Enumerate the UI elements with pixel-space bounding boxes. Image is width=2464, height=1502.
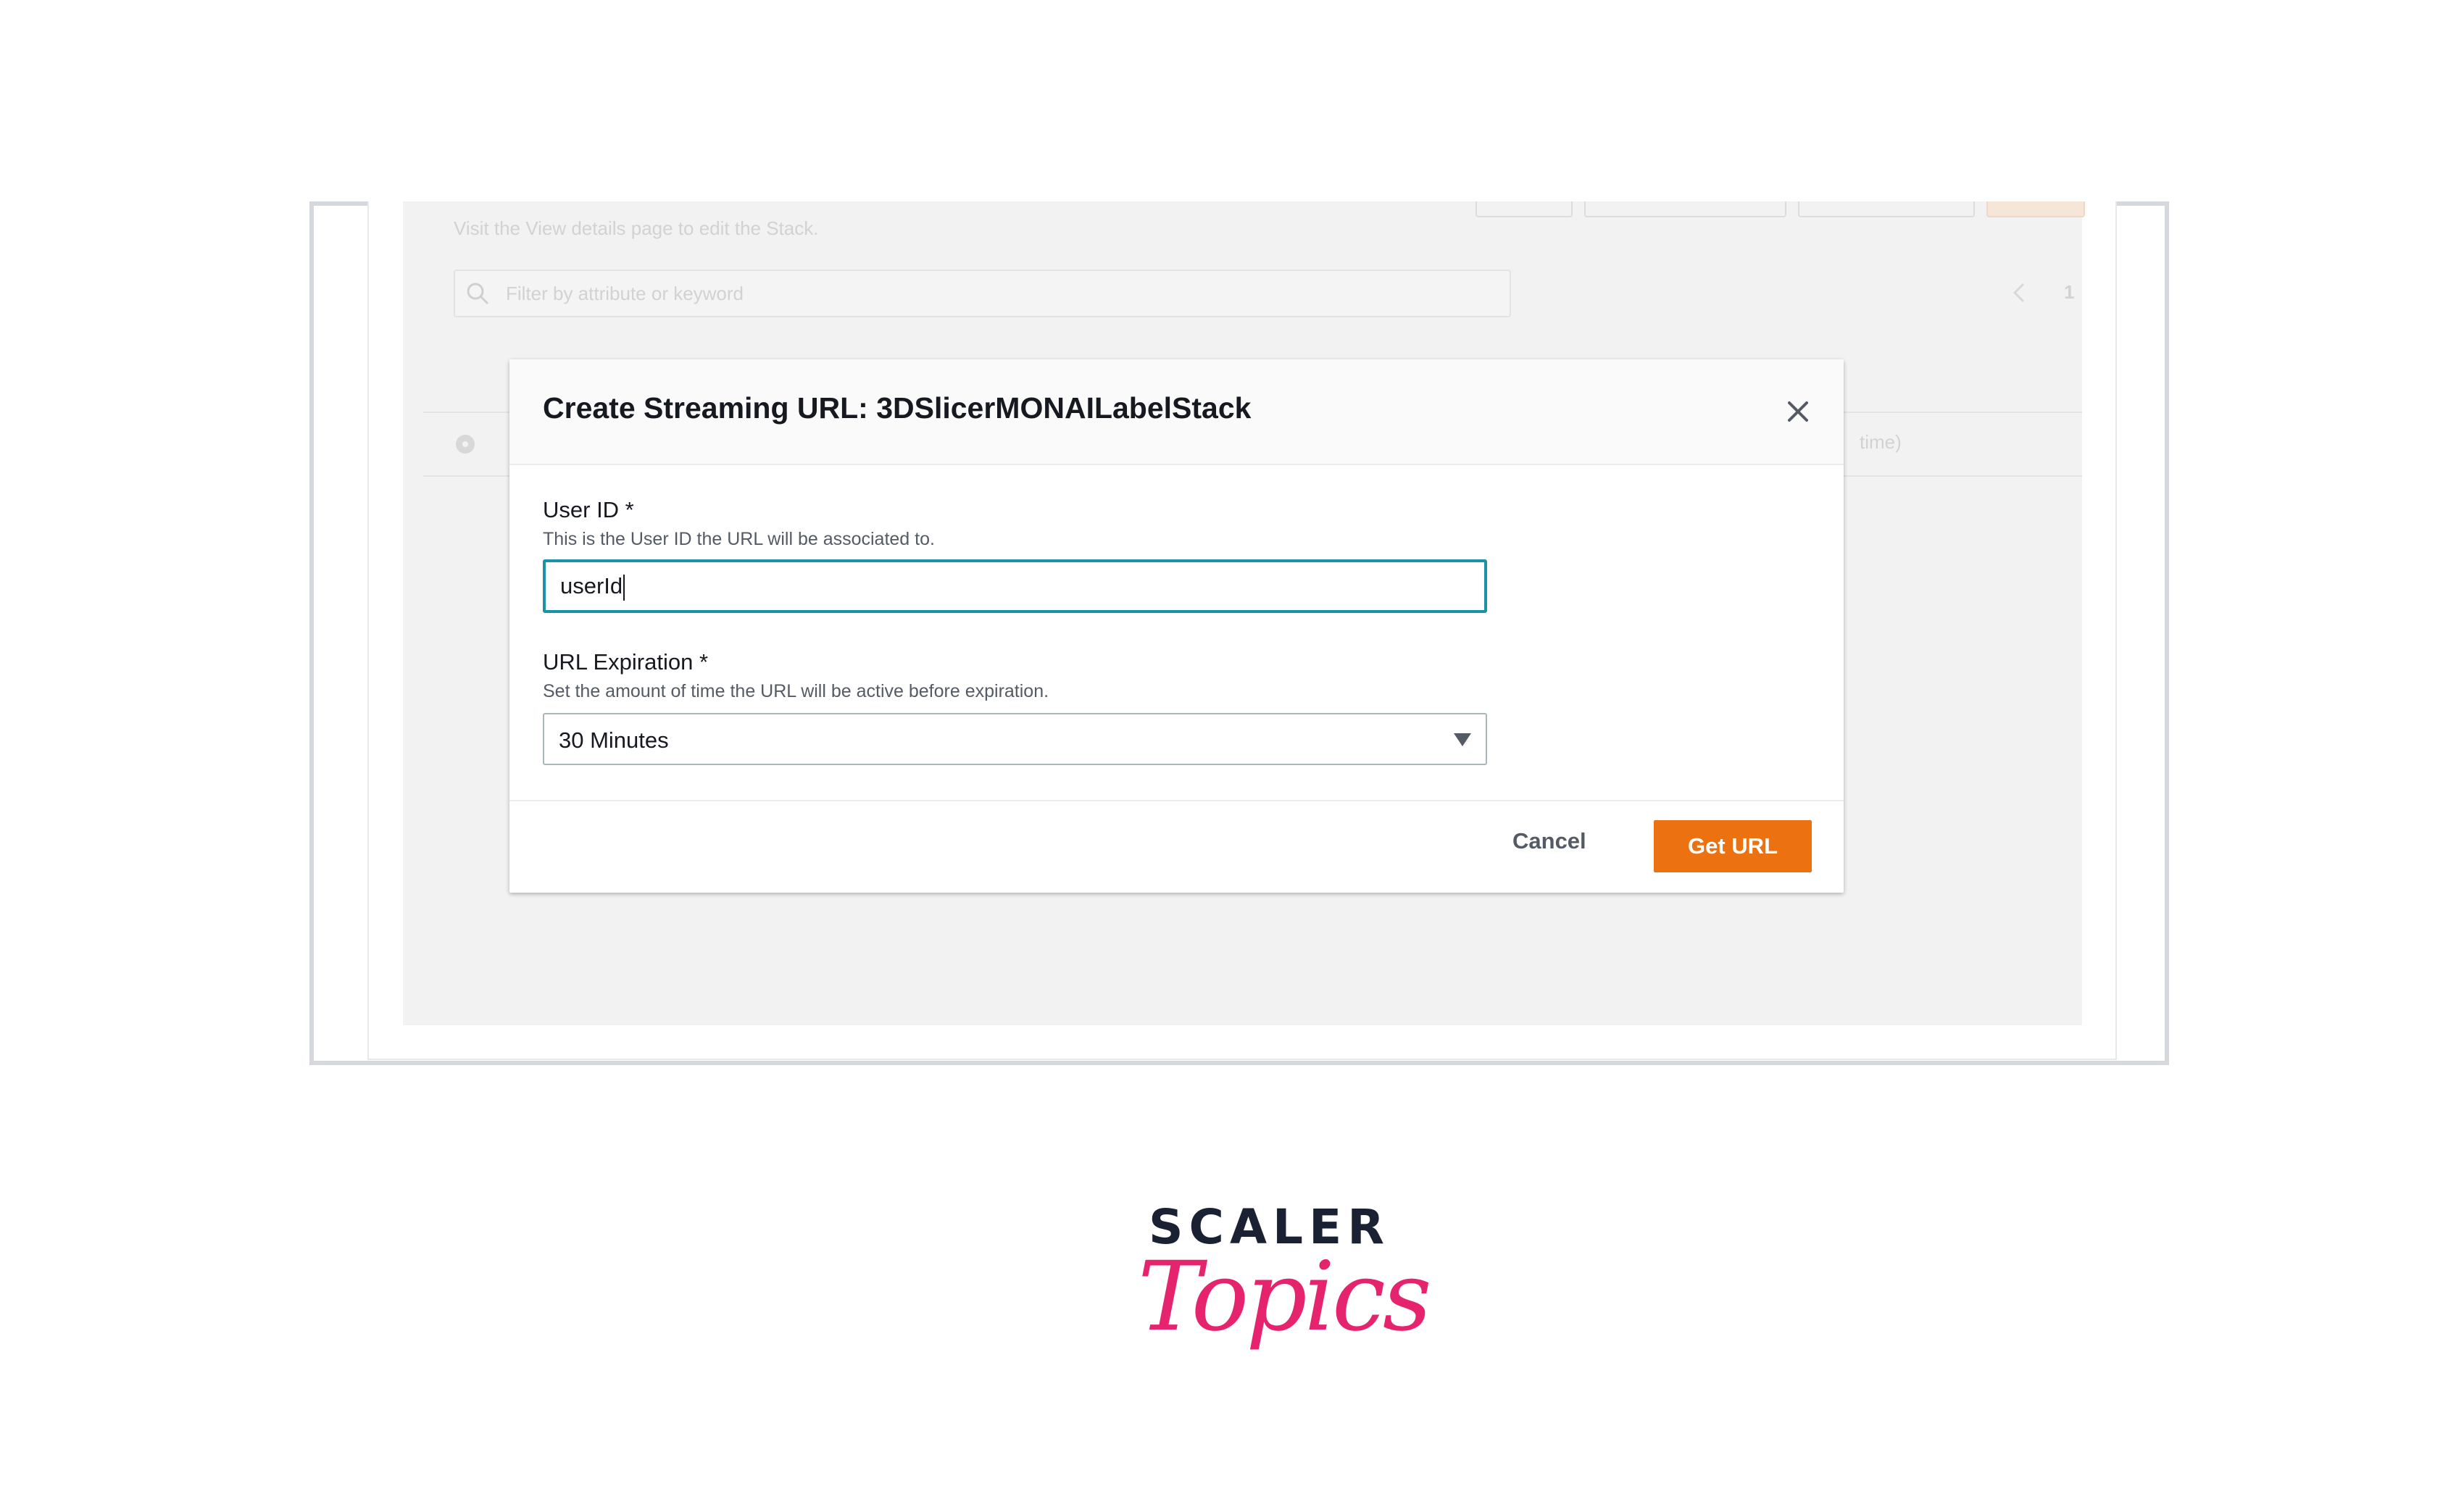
- background-button: [1476, 201, 1573, 217]
- chevron-left-icon: [2013, 283, 2025, 303]
- background-button: [1798, 201, 1975, 217]
- modal-footer: Cancel Get URL: [509, 800, 1844, 893]
- cancel-button[interactable]: Cancel: [1512, 828, 1586, 854]
- user-id-input[interactable]: userId: [543, 559, 1487, 613]
- background-row-text: time): [1860, 431, 1902, 453]
- background-primary-button: [1986, 201, 2085, 217]
- logo-wordmark-bottom: Topics: [1138, 1241, 1432, 1353]
- close-icon[interactable]: [1779, 393, 1817, 430]
- background-radio: [456, 435, 475, 454]
- caret-down-icon: [1454, 733, 1471, 746]
- search-icon: [467, 283, 489, 305]
- get-url-button[interactable]: Get URL: [1654, 820, 1812, 872]
- user-id-description: This is the User ID the URL will be asso…: [543, 529, 935, 549]
- text-caret: [623, 574, 625, 601]
- background-button: [1584, 201, 1786, 217]
- modal-header: Create Streaming URL: 3DSlicerMONAILabel…: [509, 359, 1844, 465]
- background-search-input: Filter by attribute or keyword: [454, 270, 1511, 317]
- user-id-value: userId: [560, 573, 623, 598]
- url-expiration-select[interactable]: 30 Minutes: [543, 713, 1487, 765]
- background-search-placeholder: Filter by attribute or keyword: [506, 283, 744, 304]
- url-expiration-label: URL Expiration *: [543, 649, 709, 675]
- scaler-topics-logo: SCALER Topics: [1138, 1199, 1432, 1388]
- user-id-label: User ID *: [543, 497, 634, 522]
- background-hint-text: Visit the View details page to edit the …: [454, 217, 819, 239]
- modal-title: Create Streaming URL: 3DSlicerMONAILabel…: [543, 391, 1252, 425]
- background-page-number: 1: [2064, 281, 2075, 303]
- url-expiration-description: Set the amount of time the URL will be a…: [543, 681, 1049, 701]
- create-streaming-url-modal: Create Streaming URL: 3DSlicerMONAILabel…: [509, 359, 1844, 893]
- url-expiration-selected-value: 30 Minutes: [559, 727, 669, 753]
